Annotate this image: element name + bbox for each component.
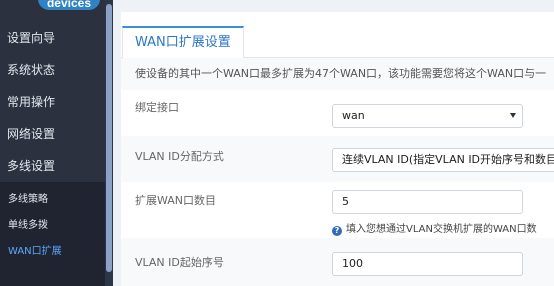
vlan-id-mode-row: VLAN ID分配方式 连续VLAN ID(指定VLAN ID开始序号和数目 xyxy=(121,136,554,182)
sidebar-item-system-status[interactable]: 系统状态 xyxy=(0,54,105,86)
bind-interface-label: 绑定接口 xyxy=(135,101,179,114)
sidebar-item-network-settings[interactable]: 网络设置 xyxy=(0,118,105,150)
vlan-id-mode-label: VLAN ID分配方式 xyxy=(135,150,224,163)
vlan-id-mode-value: 连续VLAN ID(指定VLAN ID开始序号和数目 xyxy=(342,153,554,166)
wan-count-hint-text: 填入您想通过VLAN交换机扩展的WAN口数 xyxy=(346,224,537,235)
sidebar-subitem-wan-expansion[interactable]: WAN口扩展 xyxy=(0,240,105,264)
vlan-start-input[interactable]: 100 xyxy=(332,252,523,276)
sidebar-scrollbar[interactable] xyxy=(105,0,113,286)
content-panel: WAN口扩展设置 使设备的其中一个WAN口最多扩展为47个WAN口，该功能需要您… xyxy=(121,12,554,286)
question-circle-icon: ? xyxy=(332,226,342,236)
sidebar: devices 设置向导 系统状态 常用操作 网络设置 多线设置 多线策略 单线… xyxy=(0,0,105,286)
sidebar-submenu: 多线策略 单线多拨 WAN口扩展 xyxy=(0,182,105,286)
sidebar-item-setup-wizard[interactable]: 设置向导 xyxy=(0,22,105,54)
wan-count-label: 扩展WAN口数目 xyxy=(135,194,217,207)
sidebar-subitem-single-line-multi-dial[interactable]: 单线多拨 xyxy=(0,214,105,238)
wan-count-hint: ? 填入您想通过VLAN交换机扩展的WAN口数 xyxy=(332,220,537,236)
feature-description: 使设备的其中一个WAN口最多扩展为47个WAN口，该功能需要您将这个WAN口与一 xyxy=(121,58,554,90)
bind-interface-select[interactable]: wan xyxy=(332,104,523,128)
sidebar-subitem-multi-line-policy[interactable]: 多线策略 xyxy=(0,188,105,212)
vlan-start-row: VLAN ID起始序号 100 xyxy=(121,238,554,286)
wan-count-row: 扩展WAN口数目 5 ? 填入您想通过VLAN交换机扩展的WAN口数 xyxy=(121,182,554,238)
sidebar-item-multi-line-settings[interactable]: 多线设置 xyxy=(0,150,105,182)
vlan-id-mode-select[interactable]: 连续VLAN ID(指定VLAN ID开始序号和数目 xyxy=(332,148,554,172)
vlan-start-label: VLAN ID起始序号 xyxy=(135,256,224,269)
caret-down-icon xyxy=(510,113,516,118)
sidebar-item-common-operations[interactable]: 常用操作 xyxy=(0,86,105,118)
sidebar-scrollbar-thumb[interactable] xyxy=(106,4,112,272)
tab-wan-expansion-settings[interactable]: WAN口扩展设置 xyxy=(122,26,244,58)
wan-count-input[interactable]: 5 xyxy=(332,190,523,214)
bind-interface-value: wan xyxy=(342,109,365,122)
bind-interface-row: 绑定接口 wan xyxy=(121,90,554,128)
brand-logo: devices xyxy=(38,0,100,10)
